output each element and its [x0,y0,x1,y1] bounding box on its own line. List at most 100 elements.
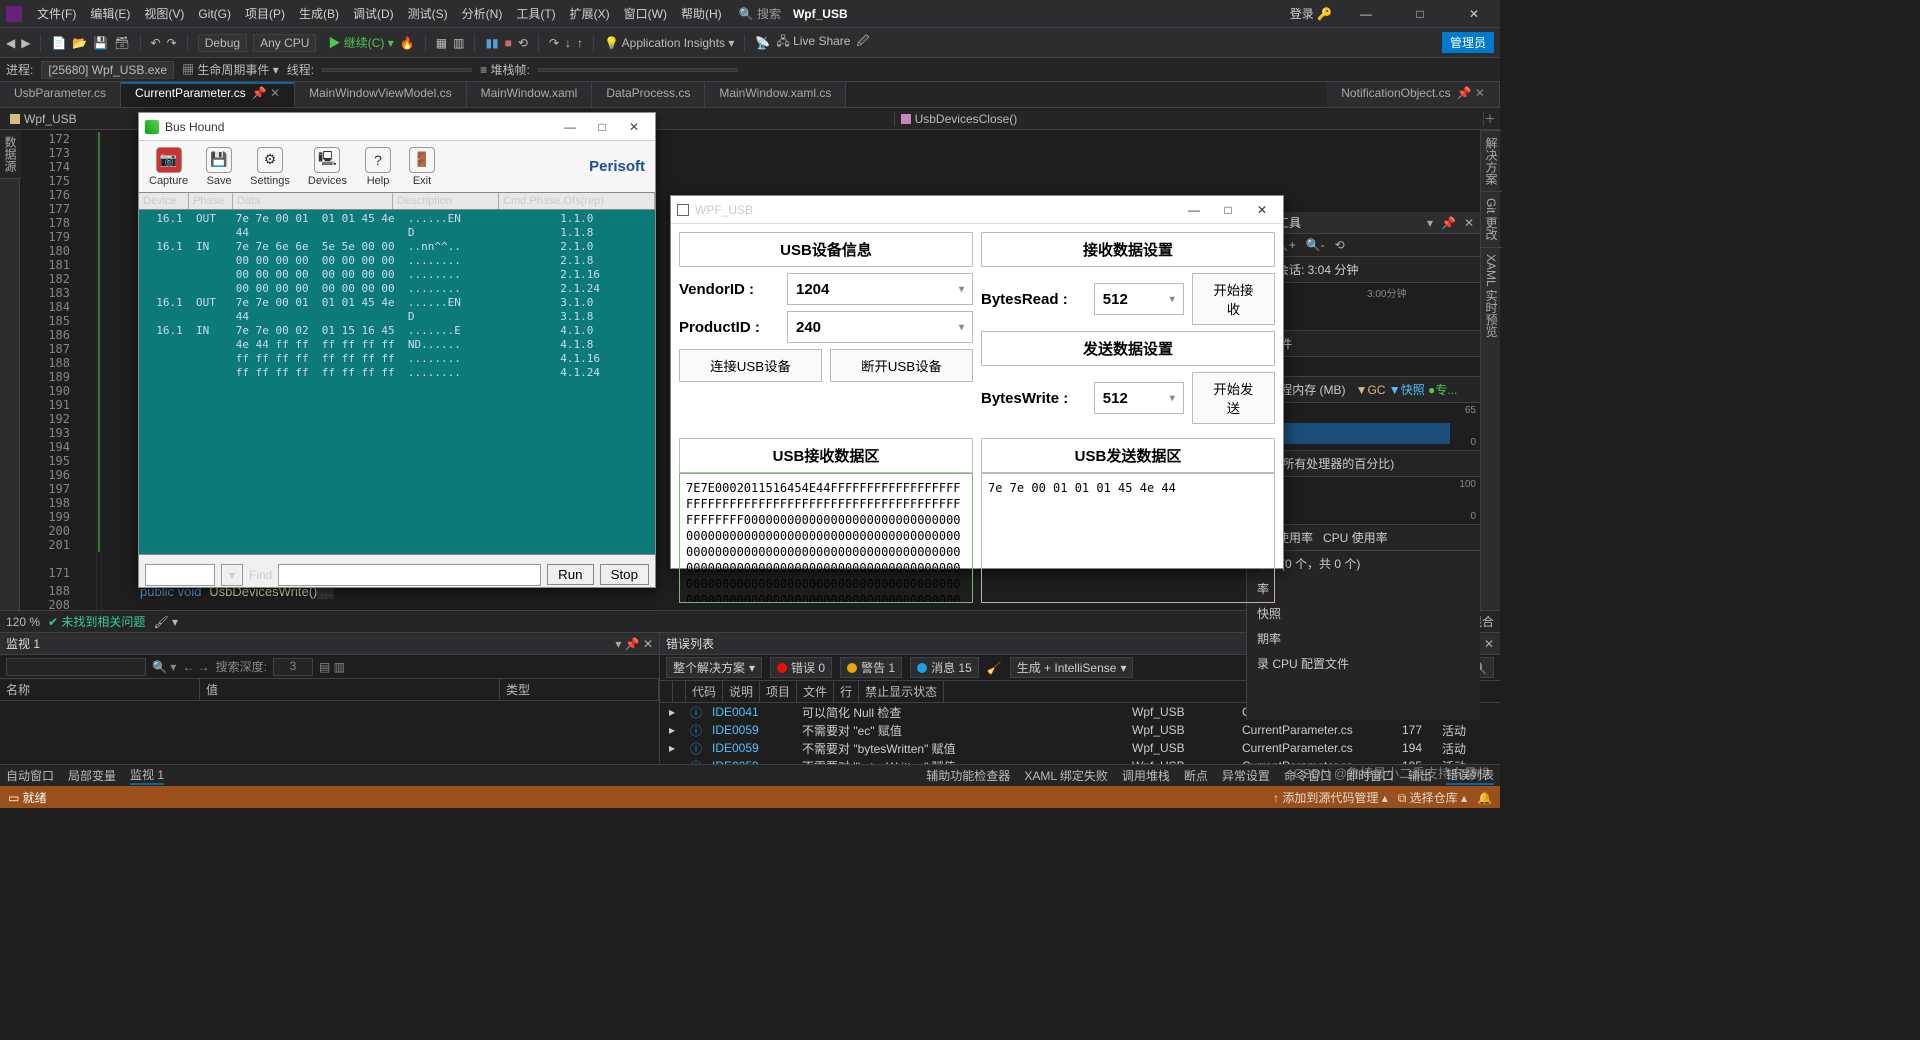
foot-tab2[interactable]: 即时窗口 [1346,767,1394,784]
menu-tools[interactable]: 工具(T) [509,5,562,22]
tab-dataprocess[interactable]: DataProcess.cs [592,82,705,107]
tab-mainvm[interactable]: MainWindowViewModel.cs [295,82,467,107]
process-select[interactable]: [25680] Wpf_USB.exe [41,61,174,79]
pin-icon[interactable]: 📌 [1441,216,1456,230]
capture-button[interactable]: 📷Capture [149,147,188,187]
col-type[interactable]: 类型 [500,679,659,700]
diag-reset-icon[interactable]: ⟲ [1335,238,1345,252]
menu-edit[interactable]: 编辑(E) [83,5,137,22]
find-text-input[interactable] [278,564,541,586]
diag-dropdown-icon[interactable]: ▾ [1427,216,1433,230]
menu-view[interactable]: 视图(V) [137,5,191,22]
undo-icon[interactable]: ↶ [151,36,161,50]
tab-mainxamlcs[interactable]: MainWindow.xaml.cs [705,82,846,107]
layout-icon[interactable]: ▦ [436,36,447,50]
foot-tab2[interactable]: 调用堆栈 [1122,767,1170,784]
layout2-icon[interactable]: ▥ [453,36,464,50]
warning-filter[interactable]: 警告 1 [840,657,902,678]
start-recv-button[interactable]: 开始接收 [1192,273,1275,325]
status-source-control[interactable]: ↑ 添加到源代码管理 ▴ ⧉ 选择仓库 ▴ 🔔 [1273,789,1492,806]
app-insights[interactable]: 💡 Application Insights ▾ [604,36,734,50]
pin-icon[interactable]: ▾ 📌 ✕ [615,637,653,651]
step-into-icon[interactable]: ↓ [565,36,571,50]
save-button[interactable]: 💾Save [206,147,232,187]
bushound-data[interactable]: 16.1 OUT 7e 7e 00 01 01 01 45 4e ......E… [139,210,655,554]
save-icon[interactable]: 💾 [93,36,108,50]
message-filter[interactable]: 消息 15 [910,657,979,678]
nav-project[interactable]: Wpf_USB [24,112,77,126]
menu-debug[interactable]: 调试(D) [346,5,401,22]
recv-textbox[interactable]: 7E7E0002011516454E44FFFFFFFFFFFFFFFFFFFF… [679,473,973,603]
col-value[interactable]: 值 [200,679,500,700]
col-code[interactable]: 代码 [686,681,723,702]
search-box[interactable]: 🔍 搜索 [739,5,781,22]
properties-tab[interactable]: XAML 实时预览 [1481,247,1502,344]
menu-test[interactable]: 测试(S) [401,5,455,22]
zoom-level[interactable]: 120 % [6,615,40,629]
productid-select[interactable]: 240▾ [787,311,973,343]
col-proj[interactable]: 项目 [760,681,797,702]
foot-tab[interactable]: 自动窗口 [6,767,54,784]
stop-button[interactable]: Stop [600,564,649,585]
menu-ext[interactable]: 扩展(X) [563,5,617,22]
maximize-icon[interactable]: □ [1213,203,1243,217]
error-filter[interactable]: 错误 0 [770,657,832,678]
config-select[interactable]: Debug [198,34,247,52]
wpf-titlebar[interactable]: WPF_USB —□✕ [671,196,1283,224]
step-over-icon[interactable]: ↷ [549,36,559,50]
error-row[interactable]: ▸ⓘIDE0059不需要对 "bytesWritten" 赋值Wpf_USBCu… [660,757,1500,764]
stackframe-select[interactable] [538,68,738,72]
foot-tab2[interactable]: 命令窗口 [1284,767,1332,784]
watch-search-input[interactable] [6,658,146,676]
wpf-usb-window[interactable]: WPF_USB —□✕ USB设备信息 VendorID :1204▾ Prod… [670,195,1284,569]
menu-project[interactable]: 项目(P) [238,5,292,22]
vendorid-select[interactable]: 1204▾ [787,273,973,305]
open-icon[interactable]: 📂 [72,36,87,50]
scope-select[interactable]: 整个解决方案 ▾ [666,657,762,678]
error-row[interactable]: ▸ⓘIDE0059不需要对 "ec" 赋值Wpf_USBCurrentParam… [660,721,1500,739]
col-suppress[interactable]: 禁止显示状态 [859,681,944,702]
minimize-icon[interactable]: — [1346,7,1386,21]
step-out-icon[interactable]: ↑ [577,36,583,50]
new-file-icon[interactable]: 📄 [51,36,66,50]
hot-reload-icon[interactable]: 🔥 [400,36,415,50]
menu-window[interactable]: 窗口(W) [617,5,674,22]
bushound-titlebar[interactable]: Bus Hound —□✕ [139,113,655,141]
close-icon[interactable]: ✕ [1454,7,1494,21]
depth-select[interactable]: 3 [273,658,313,676]
find-dropdown[interactable]: ▾ [221,564,243,586]
nav-back-icon[interactable]: ◀ [6,36,15,50]
health-indicator[interactable]: ✔ 未找到相关问题 [48,613,145,630]
foot-tab2[interactable]: 辅助功能检查器 [926,767,1010,784]
share-icon[interactable]: 📡 [755,36,770,50]
thread-select[interactable] [322,68,472,72]
menu-help[interactable]: 帮助(H) [674,5,729,22]
nav-member[interactable]: UsbDevicesClose() [915,112,1018,126]
build-filter[interactable]: 生成 + IntelliSense ▾ [1010,657,1134,678]
devices-button[interactable]: 🖳Devices [308,147,347,187]
login-link[interactable]: 登录 🔑 [1290,5,1332,22]
menu-git[interactable]: Git(G) [191,7,238,21]
byteswrite-select[interactable]: 512▾ [1094,382,1184,414]
pause-icon[interactable]: ▮▮ [485,36,498,50]
exit-button[interactable]: 🚪Exit [409,147,435,187]
pin-icon[interactable]: 📌 ✕ [252,86,280,100]
connect-button[interactable]: 连接USB设备 [679,349,822,382]
diag-tab-cpu[interactable]: CPU 使用率 [1323,529,1388,546]
git-changes-tab[interactable]: Git 更改 [1481,191,1502,247]
tab-currentparameter[interactable]: CurrentParameter.cs📌 ✕ [121,82,295,107]
find-input[interactable] [145,564,215,586]
settings-button[interactable]: ⚙Settings [250,147,290,187]
menu-build[interactable]: 生成(B) [292,5,346,22]
save-all-icon[interactable]: 🗃 [114,36,129,50]
platform-select[interactable]: Any CPU [253,34,316,52]
menu-file[interactable]: 文件(F) [30,5,83,22]
server-explorer-tab[interactable]: 数据源 [0,130,21,179]
restart-icon[interactable]: ⟲ [518,36,528,50]
help-button[interactable]: ?Help [365,147,391,187]
col-file[interactable]: 文件 [797,681,834,702]
diag-cpu-profile[interactable]: 录 CPU 配置文件 [1247,651,1480,676]
feedback-icon[interactable]: 🖉 [856,32,869,53]
stop-icon[interactable]: ■ [505,36,512,50]
diag-zoomout-icon[interactable]: 🔍- [1306,238,1325,252]
